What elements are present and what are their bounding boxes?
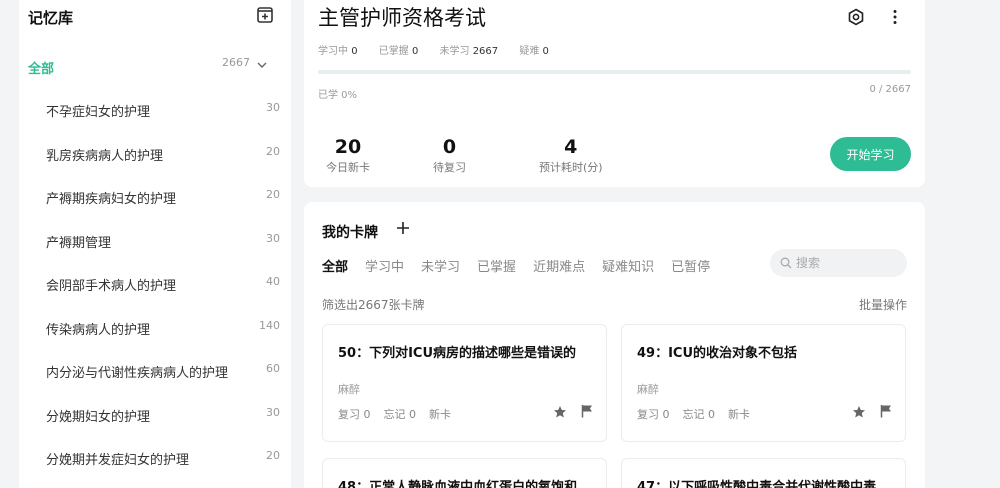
sidebar-item-all[interactable]: 全部 2667 (28, 56, 276, 78)
sidebar: 记忆库 全部 2667 不孕症妇女的护理 30 乳房疾病病人的护理 20 产褥期疾病妇女… (19, 0, 291, 488)
search-icon (780, 257, 792, 269)
chevron-down-icon[interactable] (256, 60, 268, 70)
sidebar-item-label: 内分泌与代谢性疾病病人的护理 (46, 366, 229, 381)
sidebar-header: 记忆库 (28, 6, 274, 28)
add-deck-icon[interactable] (256, 6, 274, 24)
card-item[interactable]: 47：以下呼吸性酸中毒合并代谢性酸中毒 (621, 458, 906, 488)
sidebar-item-count: 20 (266, 144, 280, 158)
deck-stats: 学习中 0 已掌握 0 未学习 2667 疑难 0 (318, 42, 567, 57)
tab-0[interactable]: 全部 (322, 256, 348, 275)
star-icon[interactable] (553, 405, 567, 419)
learned-percent: 已学 0% (318, 90, 358, 101)
sidebar-item-count: 20 (266, 188, 280, 201)
sidebar-item-count: 20 (266, 449, 280, 462)
sidebar-item[interactable]: 传染病病人的护理 140 (46, 318, 280, 338)
sidebar-item[interactable]: 不孕症妇女的护理 30 (46, 100, 280, 120)
sidebar-item[interactable]: 分娩期并发症妇女的护理 20 (46, 448, 280, 468)
tab-3[interactable]: 已掌握 (477, 256, 516, 275)
sidebar-item[interactable]: 内分泌与代谢性疾病病人的护理 60 (46, 361, 280, 381)
sidebar-item-count: 30 (266, 231, 280, 245)
sidebar-item[interactable]: 乳房疾病病人的护理 20 (46, 144, 280, 164)
card-item[interactable]: 48：正常人静脉血液中血红蛋白的氧饱和 (322, 458, 607, 488)
sidebar-item-count: 30 (266, 405, 280, 419)
sidebar-item-label: 产褥期管理 (46, 235, 112, 251)
sidebar-item-count: 140 (259, 318, 280, 332)
sidebar-item-label: 产褥期疾病妇女的护理 (46, 192, 177, 207)
card-title: 50：下列对ICU病房的描述哪些是错误的 (338, 346, 577, 361)
sidebar-item-count: 30 (266, 101, 280, 114)
tab-1[interactable]: 学习中 (365, 256, 404, 275)
flag-icon[interactable] (580, 404, 594, 418)
start-study-button[interactable]: 开始学习 (830, 137, 911, 171)
card-item[interactable]: 50：下列对ICU病房的描述哪些是错误的 麻醉 复习 0 忘记 0 新卡 (322, 324, 607, 442)
my-cards-panel: 我的卡牌 全部学习中未学习已掌握近期难点疑难知识已暂停 筛选出2667张卡牌 批… (304, 202, 925, 488)
kpi-estimated-time: 4 预计耗时(分) (539, 136, 603, 174)
card-tag: 麻醉 (338, 383, 360, 396)
sidebar-item-label: 分娩期并发症妇女的护理 (46, 453, 190, 468)
deck-overview-panel: 主管护师资格考试 学习中 0 已掌握 0 未学习 2667 疑难 0 已学 0%… (304, 0, 925, 187)
stat-difficult: 疑难 0 (519, 46, 549, 57)
sidebar-item-label: 不孕症妇女的护理 (46, 105, 151, 120)
filter-count: 筛选出2667张卡牌 (322, 298, 425, 312)
sidebar-item-label: 传染病病人的护理 (46, 322, 151, 338)
progress-bar (318, 70, 911, 74)
sidebar-item[interactable]: 会阴部手术病人的护理 40 (46, 274, 280, 294)
more-vertical-icon[interactable] (886, 8, 904, 26)
sidebar-all-label: 全部 (28, 62, 55, 77)
card-title: 49：ICU的收治对象不包括 (637, 346, 798, 361)
add-card-icon[interactable] (395, 220, 411, 236)
tab-5[interactable]: 疑难知识 (602, 256, 654, 275)
card-title: 48：正常人静脉血液中血红蛋白的氧饱和 (338, 480, 578, 488)
sidebar-item[interactable]: 产褥期疾病妇女的护理 20 (46, 187, 280, 207)
card-tag: 麻醉 (637, 383, 659, 396)
card-title: 47：以下呼吸性酸中毒合并代谢性酸中毒 (637, 480, 877, 488)
stat-mastered: 已掌握 0 (378, 46, 419, 57)
kpi-new-today: 20 今日新卡 (326, 136, 370, 174)
sidebar-item-label: 会阴部手术病人的护理 (46, 279, 177, 294)
card-stats: 复习 0 忘记 0 新卡 (338, 408, 451, 421)
sidebar-title: 记忆库 (28, 9, 74, 27)
my-cards-title: 我的卡牌 (322, 225, 378, 241)
stat-learning: 学习中 0 (318, 46, 358, 57)
settings-icon[interactable] (847, 8, 865, 26)
sidebar-item-count: 40 (266, 275, 280, 288)
sidebar-item-count: 60 (266, 362, 280, 375)
sidebar-item-label: 乳房疾病病人的护理 (46, 148, 164, 164)
tab-2[interactable]: 未学习 (421, 256, 460, 275)
card-filter-tabs: 全部 学习中 未学习 已掌握 近期难点 疑难知识 已暂停 (322, 256, 727, 276)
sidebar-item-label: 分娩期妇女的护理 (46, 409, 151, 425)
flag-icon[interactable] (879, 404, 893, 418)
star-icon[interactable] (852, 405, 866, 419)
sidebar-all-count: 2667 (222, 56, 250, 69)
search-input[interactable] (796, 254, 896, 272)
deck-title: 主管护师资格考试 (318, 6, 486, 30)
card-search[interactable] (770, 249, 907, 277)
tab-4[interactable]: 近期难点 (533, 256, 585, 275)
learned-ratio: 0 / 2667 (869, 84, 911, 95)
stat-unlearned: 未学习 2667 (439, 46, 499, 57)
sidebar-item[interactable]: 分娩期妇女的护理 30 (46, 405, 280, 425)
bulk-actions-button[interactable]: 批量操作 (859, 296, 907, 313)
kpi-due-review: 0 待复习 (433, 136, 466, 174)
sidebar-item[interactable]: 产褥期管理 30 (46, 231, 280, 251)
card-stats: 复习 0 忘记 0 新卡 (637, 408, 750, 421)
tab-6[interactable]: 已暂停 (671, 256, 710, 275)
card-item[interactable]: 49：ICU的收治对象不包括 麻醉 复习 0 忘记 0 新卡 (621, 324, 906, 442)
